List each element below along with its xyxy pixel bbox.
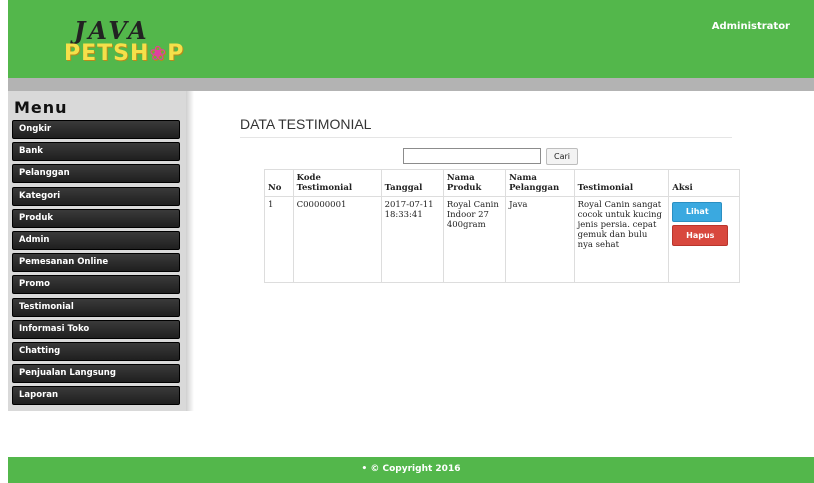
- menu-item-penjualan-langsung[interactable]: Penjualan Langsung: [12, 364, 180, 384]
- menu-item-promo[interactable]: Promo: [12, 275, 180, 295]
- logo-petsh: PETSH: [64, 41, 150, 66]
- logo-petshop-text: PETSH❀P: [64, 41, 184, 66]
- menu-item-admin[interactable]: Admin: [12, 230, 180, 250]
- cell-produk: Royal Canin Indoor 27 400gram: [442, 196, 507, 283]
- menu-item-testimonial[interactable]: Testimonial: [12, 297, 180, 317]
- cell-testimonial: Royal Canin sangat cocok untuk kucing je…: [573, 196, 670, 283]
- table-header-row: No Kode Testimonial Tanggal Nama Produk …: [264, 169, 740, 197]
- menu-item-pemesanan-online[interactable]: Pemesanan Online: [12, 253, 180, 273]
- search-button[interactable]: Cari: [546, 148, 578, 165]
- header-nama-produk: Nama Produk: [442, 169, 507, 197]
- menu-list: Ongkir Bank Pelanggan Kategori Produk Ad…: [12, 120, 180, 408]
- lihat-button[interactable]: Lihat: [672, 202, 723, 222]
- sidebar-shadow: [186, 91, 194, 411]
- cell-tanggal: 2017-07-11 18:33:41: [380, 196, 444, 283]
- cell-aksi: Lihat Hapus: [668, 196, 740, 283]
- menu-item-pelanggan[interactable]: Pelanggan: [12, 164, 180, 184]
- site-logo[interactable]: JAVA PETSH❀P: [64, 14, 234, 74]
- cell-no: 1: [264, 196, 294, 283]
- menu-item-informasi-toko[interactable]: Informasi Toko: [12, 319, 180, 339]
- app-frame: JAVA PETSH❀P Administrator Menu Ongkir B…: [8, 0, 814, 483]
- site-header: JAVA PETSH❀P Administrator: [8, 0, 814, 78]
- copyright-text: • © Copyright 2016: [361, 464, 461, 474]
- header-nama-pelanggan: Nama Pelanggan: [505, 169, 575, 197]
- header-subbar: [8, 78, 814, 91]
- logo-p: P: [167, 41, 185, 66]
- header-testimonial: Testimonial: [573, 169, 670, 197]
- hapus-button[interactable]: Hapus: [672, 225, 729, 246]
- paw-icon: ❀: [149, 41, 168, 65]
- menu-item-kategori[interactable]: Kategori: [12, 186, 180, 206]
- cell-pelanggan: Java: [505, 196, 575, 283]
- sidebar: Menu Ongkir Bank Pelanggan Kategori Prod…: [8, 91, 186, 411]
- header-kode-testimonial: Kode Testimonial: [292, 169, 382, 197]
- header-tanggal: Tanggal: [380, 169, 444, 197]
- user-label[interactable]: Administrator: [712, 21, 790, 32]
- main-content: DATA TESTIMONIAL Cari No Kode Testimonia…: [240, 116, 740, 283]
- testimonial-table: No Kode Testimonial Tanggal Nama Produk …: [264, 169, 740, 283]
- menu-item-produk[interactable]: Produk: [12, 208, 180, 228]
- table-row: 1 C00000001 2017-07-11 18:33:41 Royal Ca…: [264, 196, 740, 283]
- site-footer: • © Copyright 2016: [8, 457, 814, 483]
- header-no: No: [264, 169, 294, 197]
- menu-item-ongkir[interactable]: Ongkir: [12, 120, 180, 139]
- title-divider: [240, 137, 732, 138]
- cell-kode: C00000001: [292, 196, 382, 283]
- menu-item-laporan[interactable]: Laporan: [12, 386, 180, 406]
- menu-title: Menu: [14, 98, 68, 117]
- page-title: DATA TESTIMONIAL: [240, 116, 372, 132]
- menu-item-bank[interactable]: Bank: [12, 142, 180, 162]
- header-aksi: Aksi: [668, 169, 740, 197]
- menu-item-chatting[interactable]: Chatting: [12, 341, 180, 361]
- search-input[interactable]: [403, 148, 541, 164]
